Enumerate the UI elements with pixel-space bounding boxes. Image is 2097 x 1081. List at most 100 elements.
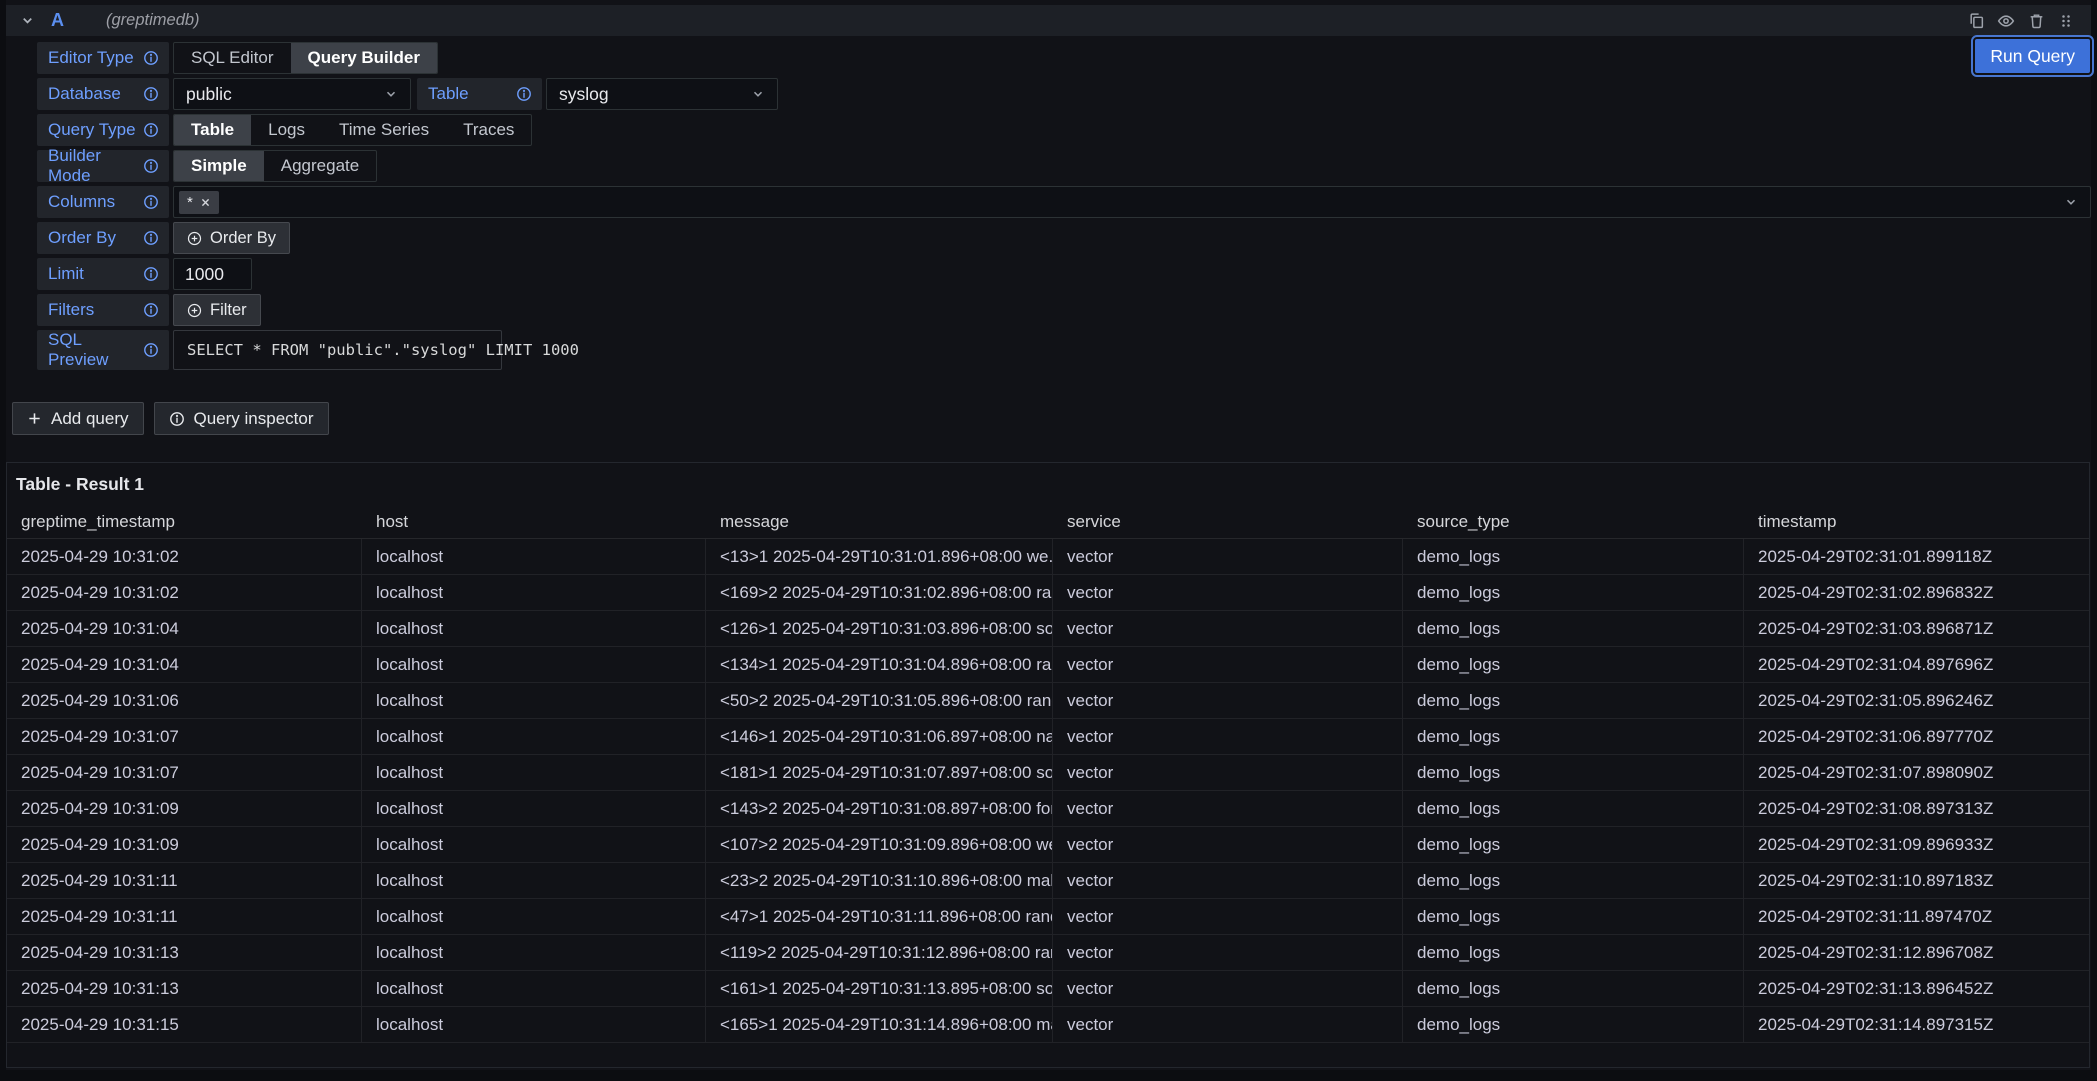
table-row: 2025-04-29 10:31:04 localhost <134>1 202… [7, 647, 2089, 683]
builder-mode-option-aggregate[interactable]: Aggregate [264, 151, 376, 181]
builder-mode-option-simple[interactable]: Simple [174, 151, 264, 181]
cell-service: vector [1053, 575, 1403, 610]
info-icon[interactable] [143, 266, 159, 282]
cell-host: localhost [362, 863, 706, 898]
chevron-down-icon [384, 87, 398, 101]
column-tag: * [179, 191, 219, 214]
cell-message: <47>1 2025-04-29T10:31:11.896+08:00 rand… [706, 899, 1053, 934]
info-icon[interactable] [143, 86, 159, 102]
column-header[interactable]: message [706, 512, 1053, 532]
collapse-chevron-icon[interactable] [20, 13, 35, 28]
editor-type-option-query-builder[interactable]: Query Builder [291, 43, 437, 73]
query-type-toggle: Table Logs Time Series Traces [173, 114, 532, 146]
form-row-builder-mode: Builder Mode Simple Aggregate [37, 150, 2091, 182]
cell-host: localhost [362, 827, 706, 862]
query-inspector-button[interactable]: Query inspector [154, 402, 329, 435]
cell-host: localhost [362, 611, 706, 646]
info-icon[interactable] [516, 86, 532, 102]
query-type-option-time-series[interactable]: Time Series [322, 115, 446, 145]
eye-icon[interactable] [1991, 8, 2021, 34]
table-body: 2025-04-29 10:31:02 localhost <13>1 2025… [7, 539, 2089, 1043]
remove-tag-icon[interactable] [200, 197, 211, 208]
cell-timestamp: 2025-04-29T02:31:05.896246Z [1744, 683, 2089, 718]
results-table: greptime_timestamp host message service … [7, 506, 2089, 1043]
column-header[interactable]: service [1053, 512, 1403, 532]
cell-source-type: demo_logs [1403, 899, 1744, 934]
cell-host: localhost [362, 971, 706, 1006]
circle-plus-icon [187, 231, 202, 246]
run-query-button[interactable]: Run Query [1975, 39, 2090, 73]
cell-message: <134>1 2025-04-29T10:31:04.896+08:00 ran… [706, 647, 1053, 682]
columns-multiselect[interactable]: * [173, 186, 2091, 218]
cell-timestamp: 2025-04-29T02:31:13.896452Z [1744, 971, 2089, 1006]
add-order-by-button[interactable]: Order By [173, 222, 290, 254]
column-header[interactable]: timestamp [1744, 512, 2089, 532]
cell-timestamp: 2025-04-29T02:31:04.897696Z [1744, 647, 2089, 682]
chevron-down-icon [2064, 195, 2078, 209]
cell-greptime-timestamp: 2025-04-29 10:31:13 [7, 935, 362, 970]
column-header[interactable]: greptime_timestamp [7, 512, 362, 532]
cell-greptime-timestamp: 2025-04-29 10:31:07 [7, 755, 362, 790]
info-icon[interactable] [143, 302, 159, 318]
table-row: 2025-04-29 10:31:11 localhost <47>1 2025… [7, 899, 2089, 935]
table-select[interactable]: syslog [546, 78, 778, 110]
table-label: Table [417, 78, 542, 110]
copy-icon[interactable] [1961, 8, 1991, 34]
cell-service: vector [1053, 791, 1403, 826]
cell-greptime-timestamp: 2025-04-29 10:31:13 [7, 971, 362, 1006]
limit-input[interactable] [173, 258, 252, 290]
cell-host: localhost [362, 899, 706, 934]
column-header[interactable]: host [362, 512, 706, 532]
cell-message: <169>2 2025-04-29T10:31:02.896+08:00 ran… [706, 575, 1053, 610]
cell-message: <50>2 2025-04-29T10:31:05.896+08:00 rand… [706, 683, 1053, 718]
query-type-option-table[interactable]: Table [174, 115, 251, 145]
cell-message: <23>2 2025-04-29T10:31:10.896+08:00 make… [706, 863, 1053, 898]
drag-handle-icon[interactable] [2051, 8, 2081, 34]
cell-service: vector [1053, 719, 1403, 754]
cell-service: vector [1053, 1007, 1403, 1042]
form-row-limit: Limit [37, 258, 2091, 290]
info-icon[interactable] [143, 342, 159, 358]
form-row-columns: Columns * [37, 186, 2091, 218]
cell-source-type: demo_logs [1403, 1007, 1744, 1042]
table-row: 2025-04-29 10:31:02 localhost <13>1 2025… [7, 539, 2089, 575]
cell-host: localhost [362, 647, 706, 682]
table-row: 2025-04-29 10:31:04 localhost <126>1 202… [7, 611, 2089, 647]
info-icon[interactable] [143, 50, 159, 66]
limit-label: Limit [37, 258, 169, 290]
editor-type-label: Editor Type [37, 42, 169, 74]
query-row-header[interactable]: A (greptimedb) [6, 5, 2091, 36]
info-icon[interactable] [143, 230, 159, 246]
cell-timestamp: 2025-04-29T02:31:09.896933Z [1744, 827, 2089, 862]
table-header-row: greptime_timestamp host message service … [7, 506, 2089, 539]
column-header[interactable]: source_type [1403, 512, 1744, 532]
sql-preview-label: SQL Preview [37, 330, 169, 370]
editor-type-option-sql-editor[interactable]: SQL Editor [174, 43, 291, 73]
info-icon[interactable] [143, 122, 159, 138]
query-type-option-traces[interactable]: Traces [446, 115, 531, 145]
cell-service: vector [1053, 755, 1403, 790]
cell-greptime-timestamp: 2025-04-29 10:31:11 [7, 863, 362, 898]
cell-host: localhost [362, 755, 706, 790]
cell-service: vector [1053, 971, 1403, 1006]
form-row-database-table: Database public Table [37, 78, 2091, 110]
cell-service: vector [1053, 683, 1403, 718]
table-row: 2025-04-29 10:31:09 localhost <143>2 202… [7, 791, 2089, 827]
add-filter-button[interactable]: Filter [173, 294, 261, 326]
cell-host: localhost [362, 1007, 706, 1042]
cell-greptime-timestamp: 2025-04-29 10:31:04 [7, 611, 362, 646]
table-row: 2025-04-29 10:31:06 localhost <50>2 2025… [7, 683, 2089, 719]
info-icon[interactable] [143, 158, 159, 174]
datasource-name: (greptimedb) [106, 11, 200, 30]
cell-service: vector [1053, 647, 1403, 682]
trash-icon[interactable] [2021, 8, 2051, 34]
database-select[interactable]: public [173, 78, 411, 110]
table-row: 2025-04-29 10:31:02 localhost <169>2 202… [7, 575, 2089, 611]
sql-preview-box: SELECT * FROM "public"."syslog" LIMIT 10… [173, 330, 502, 370]
query-ref-id: A [51, 10, 64, 31]
results-panel: Table - Result 1 greptime_timestamp host… [6, 462, 2090, 1068]
add-query-button[interactable]: Add query [12, 402, 144, 435]
info-icon[interactable] [143, 194, 159, 210]
query-type-option-logs[interactable]: Logs [251, 115, 322, 145]
cell-host: localhost [362, 935, 706, 970]
